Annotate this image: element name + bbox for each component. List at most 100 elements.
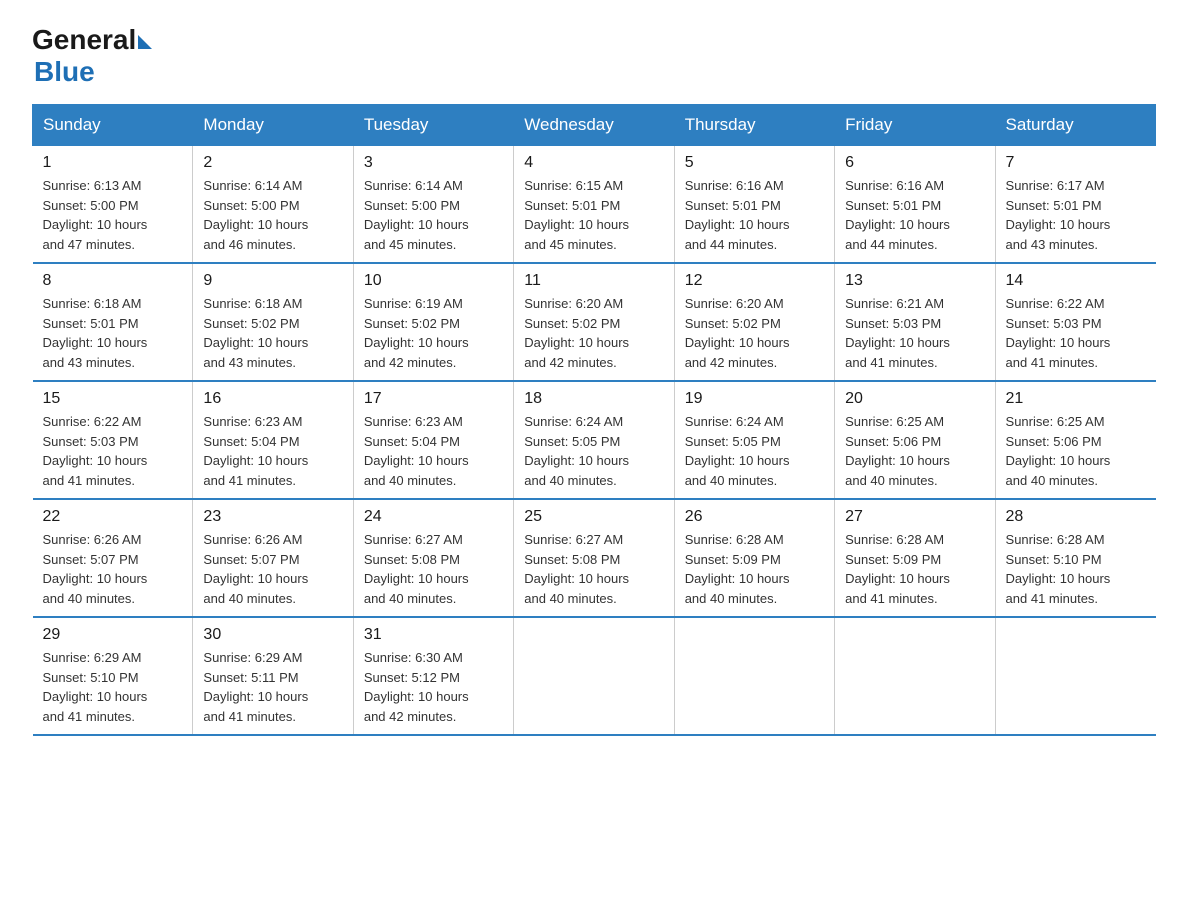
calendar-cell: 14 Sunrise: 6:22 AM Sunset: 5:03 PM Dayl… <box>995 263 1155 381</box>
calendar-cell: 8 Sunrise: 6:18 AM Sunset: 5:01 PM Dayli… <box>33 263 193 381</box>
day-number: 10 <box>364 272 503 290</box>
calendar-cell: 4 Sunrise: 6:15 AM Sunset: 5:01 PM Dayli… <box>514 146 674 264</box>
calendar-cell: 23 Sunrise: 6:26 AM Sunset: 5:07 PM Dayl… <box>193 499 353 617</box>
day-number: 7 <box>1006 154 1146 172</box>
day-number: 5 <box>685 154 824 172</box>
weekday-header-sunday: Sunday <box>33 105 193 146</box>
calendar-header: SundayMondayTuesdayWednesdayThursdayFrid… <box>33 105 1156 146</box>
calendar-cell <box>514 617 674 735</box>
day-info: Sunrise: 6:29 AM Sunset: 5:11 PM Dayligh… <box>203 648 342 726</box>
day-number: 24 <box>364 508 503 526</box>
day-number: 29 <box>43 626 183 644</box>
logo: General Blue <box>32 24 152 88</box>
calendar-cell: 31 Sunrise: 6:30 AM Sunset: 5:12 PM Dayl… <box>353 617 513 735</box>
day-info: Sunrise: 6:14 AM Sunset: 5:00 PM Dayligh… <box>364 176 503 254</box>
calendar-week-row: 22 Sunrise: 6:26 AM Sunset: 5:07 PM Dayl… <box>33 499 1156 617</box>
day-number: 6 <box>845 154 984 172</box>
day-number: 30 <box>203 626 342 644</box>
day-info: Sunrise: 6:23 AM Sunset: 5:04 PM Dayligh… <box>203 412 342 490</box>
day-number: 19 <box>685 390 824 408</box>
day-info: Sunrise: 6:13 AM Sunset: 5:00 PM Dayligh… <box>43 176 183 254</box>
day-info: Sunrise: 6:25 AM Sunset: 5:06 PM Dayligh… <box>1006 412 1146 490</box>
calendar-week-row: 1 Sunrise: 6:13 AM Sunset: 5:00 PM Dayli… <box>33 146 1156 264</box>
calendar-cell: 15 Sunrise: 6:22 AM Sunset: 5:03 PM Dayl… <box>33 381 193 499</box>
day-info: Sunrise: 6:28 AM Sunset: 5:10 PM Dayligh… <box>1006 530 1146 608</box>
day-info: Sunrise: 6:17 AM Sunset: 5:01 PM Dayligh… <box>1006 176 1146 254</box>
calendar-cell: 2 Sunrise: 6:14 AM Sunset: 5:00 PM Dayli… <box>193 146 353 264</box>
day-info: Sunrise: 6:24 AM Sunset: 5:05 PM Dayligh… <box>685 412 824 490</box>
weekday-header-wednesday: Wednesday <box>514 105 674 146</box>
calendar-cell: 18 Sunrise: 6:24 AM Sunset: 5:05 PM Dayl… <box>514 381 674 499</box>
calendar-cell: 19 Sunrise: 6:24 AM Sunset: 5:05 PM Dayl… <box>674 381 834 499</box>
day-number: 31 <box>364 626 503 644</box>
day-number: 18 <box>524 390 663 408</box>
weekday-header-tuesday: Tuesday <box>353 105 513 146</box>
day-info: Sunrise: 6:19 AM Sunset: 5:02 PM Dayligh… <box>364 294 503 372</box>
calendar-cell: 16 Sunrise: 6:23 AM Sunset: 5:04 PM Dayl… <box>193 381 353 499</box>
day-number: 23 <box>203 508 342 526</box>
day-number: 3 <box>364 154 503 172</box>
calendar-cell: 26 Sunrise: 6:28 AM Sunset: 5:09 PM Dayl… <box>674 499 834 617</box>
day-info: Sunrise: 6:22 AM Sunset: 5:03 PM Dayligh… <box>43 412 183 490</box>
logo-arrow-icon <box>138 35 152 49</box>
day-info: Sunrise: 6:16 AM Sunset: 5:01 PM Dayligh… <box>685 176 824 254</box>
day-number: 8 <box>43 272 183 290</box>
day-number: 22 <box>43 508 183 526</box>
calendar-cell <box>674 617 834 735</box>
calendar-cell: 21 Sunrise: 6:25 AM Sunset: 5:06 PM Dayl… <box>995 381 1155 499</box>
calendar-cell: 28 Sunrise: 6:28 AM Sunset: 5:10 PM Dayl… <box>995 499 1155 617</box>
day-number: 13 <box>845 272 984 290</box>
day-info: Sunrise: 6:15 AM Sunset: 5:01 PM Dayligh… <box>524 176 663 254</box>
day-info: Sunrise: 6:21 AM Sunset: 5:03 PM Dayligh… <box>845 294 984 372</box>
day-number: 27 <box>845 508 984 526</box>
day-number: 12 <box>685 272 824 290</box>
day-number: 21 <box>1006 390 1146 408</box>
day-info: Sunrise: 6:20 AM Sunset: 5:02 PM Dayligh… <box>524 294 663 372</box>
day-info: Sunrise: 6:20 AM Sunset: 5:02 PM Dayligh… <box>685 294 824 372</box>
day-number: 26 <box>685 508 824 526</box>
day-info: Sunrise: 6:27 AM Sunset: 5:08 PM Dayligh… <box>364 530 503 608</box>
day-info: Sunrise: 6:18 AM Sunset: 5:02 PM Dayligh… <box>203 294 342 372</box>
logo-blue-text: Blue <box>34 56 95 88</box>
day-info: Sunrise: 6:28 AM Sunset: 5:09 PM Dayligh… <box>685 530 824 608</box>
calendar-cell: 5 Sunrise: 6:16 AM Sunset: 5:01 PM Dayli… <box>674 146 834 264</box>
calendar-cell: 30 Sunrise: 6:29 AM Sunset: 5:11 PM Dayl… <box>193 617 353 735</box>
calendar-cell <box>995 617 1155 735</box>
weekday-header-monday: Monday <box>193 105 353 146</box>
day-number: 14 <box>1006 272 1146 290</box>
day-info: Sunrise: 6:18 AM Sunset: 5:01 PM Dayligh… <box>43 294 183 372</box>
calendar-cell: 24 Sunrise: 6:27 AM Sunset: 5:08 PM Dayl… <box>353 499 513 617</box>
day-info: Sunrise: 6:22 AM Sunset: 5:03 PM Dayligh… <box>1006 294 1146 372</box>
day-number: 16 <box>203 390 342 408</box>
day-info: Sunrise: 6:26 AM Sunset: 5:07 PM Dayligh… <box>203 530 342 608</box>
weekday-header-saturday: Saturday <box>995 105 1155 146</box>
calendar-cell: 1 Sunrise: 6:13 AM Sunset: 5:00 PM Dayli… <box>33 146 193 264</box>
calendar-week-row: 15 Sunrise: 6:22 AM Sunset: 5:03 PM Dayl… <box>33 381 1156 499</box>
day-info: Sunrise: 6:26 AM Sunset: 5:07 PM Dayligh… <box>43 530 183 608</box>
calendar-cell: 22 Sunrise: 6:26 AM Sunset: 5:07 PM Dayl… <box>33 499 193 617</box>
day-number: 28 <box>1006 508 1146 526</box>
day-info: Sunrise: 6:25 AM Sunset: 5:06 PM Dayligh… <box>845 412 984 490</box>
day-info: Sunrise: 6:27 AM Sunset: 5:08 PM Dayligh… <box>524 530 663 608</box>
logo-general-text: General <box>32 24 136 56</box>
day-info: Sunrise: 6:24 AM Sunset: 5:05 PM Dayligh… <box>524 412 663 490</box>
day-info: Sunrise: 6:28 AM Sunset: 5:09 PM Dayligh… <box>845 530 984 608</box>
weekday-header-thursday: Thursday <box>674 105 834 146</box>
calendar-body: 1 Sunrise: 6:13 AM Sunset: 5:00 PM Dayli… <box>33 146 1156 736</box>
day-info: Sunrise: 6:16 AM Sunset: 5:01 PM Dayligh… <box>845 176 984 254</box>
calendar-cell: 11 Sunrise: 6:20 AM Sunset: 5:02 PM Dayl… <box>514 263 674 381</box>
calendar-cell: 29 Sunrise: 6:29 AM Sunset: 5:10 PM Dayl… <box>33 617 193 735</box>
calendar-cell: 12 Sunrise: 6:20 AM Sunset: 5:02 PM Dayl… <box>674 263 834 381</box>
calendar-table: SundayMondayTuesdayWednesdayThursdayFrid… <box>32 104 1156 736</box>
day-number: 11 <box>524 272 663 290</box>
calendar-cell: 9 Sunrise: 6:18 AM Sunset: 5:02 PM Dayli… <box>193 263 353 381</box>
day-number: 15 <box>43 390 183 408</box>
day-info: Sunrise: 6:30 AM Sunset: 5:12 PM Dayligh… <box>364 648 503 726</box>
calendar-cell: 13 Sunrise: 6:21 AM Sunset: 5:03 PM Dayl… <box>835 263 995 381</box>
calendar-week-row: 8 Sunrise: 6:18 AM Sunset: 5:01 PM Dayli… <box>33 263 1156 381</box>
day-number: 4 <box>524 154 663 172</box>
day-number: 20 <box>845 390 984 408</box>
weekday-header-row: SundayMondayTuesdayWednesdayThursdayFrid… <box>33 105 1156 146</box>
day-info: Sunrise: 6:14 AM Sunset: 5:00 PM Dayligh… <box>203 176 342 254</box>
calendar-cell: 27 Sunrise: 6:28 AM Sunset: 5:09 PM Dayl… <box>835 499 995 617</box>
